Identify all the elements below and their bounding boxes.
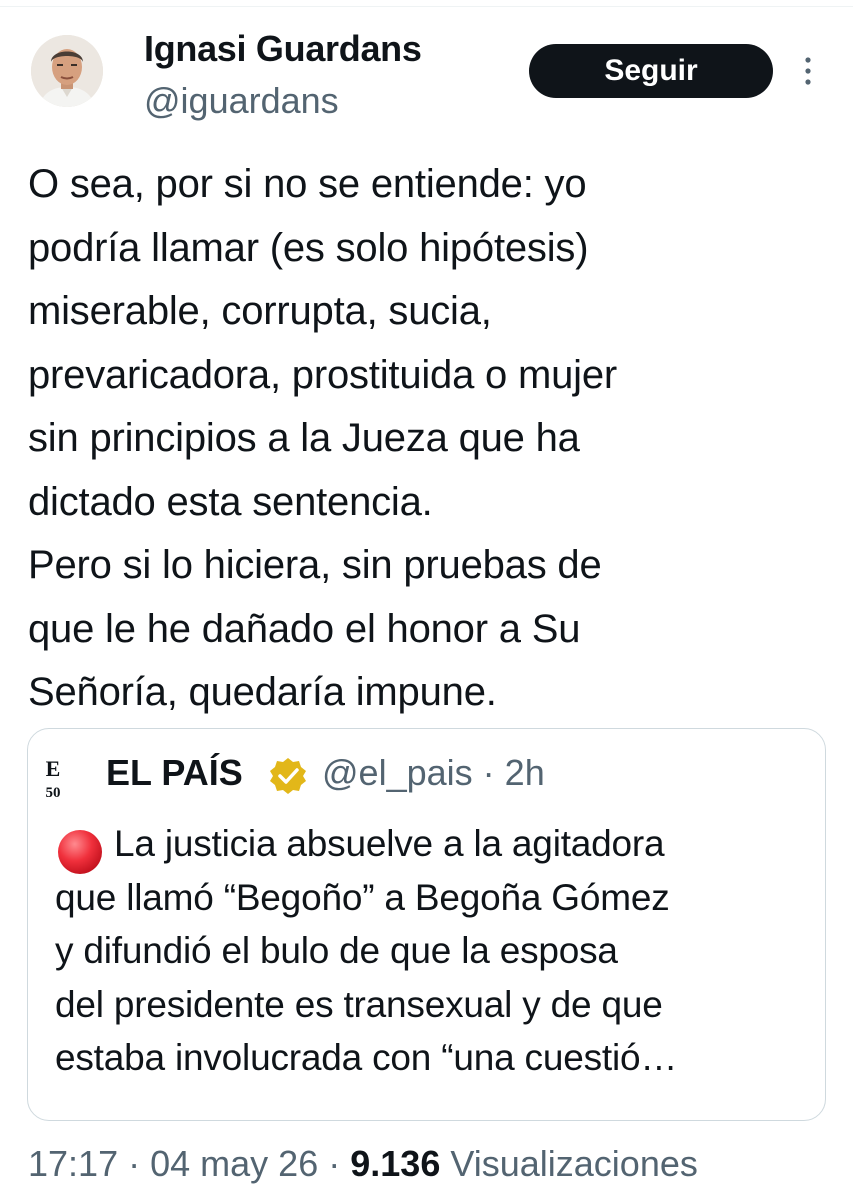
meta-separator: · bbox=[128, 1143, 141, 1184]
views-label[interactable]: Visualizaciones bbox=[450, 1143, 697, 1184]
tweet-meta: 17:17 · 04 may 26 · 9.136 Visualizacione… bbox=[28, 1143, 698, 1185]
avatar[interactable] bbox=[31, 35, 103, 107]
views-count[interactable]: 9.136 bbox=[350, 1143, 440, 1184]
quote-line: La justicia absuelve a la agitadora bbox=[114, 823, 665, 864]
quote-handle[interactable]: @el_pais bbox=[322, 752, 473, 793]
quote-meta: @el_pais · 2h bbox=[322, 752, 545, 794]
quote-line: y difundió el bulo de que la esposa bbox=[55, 930, 618, 971]
quote-text: La justicia absuelve a la agitadora que … bbox=[55, 817, 815, 1085]
verified-gold-badge-icon bbox=[270, 758, 306, 794]
logo-letter: E bbox=[46, 756, 61, 781]
tweet-line: que le he dañado el honor a Su bbox=[28, 606, 581, 651]
tweet-line: prevaricadora, prostituida o mujer bbox=[28, 352, 618, 397]
tweet-text: O sea, por si no se entiende: yo podría … bbox=[28, 153, 838, 725]
tweet-line: dictado esta sentencia. bbox=[28, 479, 433, 524]
el-pais-logo-icon[interactable]: E 50 bbox=[39, 756, 93, 800]
tweet-line: O sea, por si no se entiende: yo bbox=[28, 162, 587, 206]
author-name[interactable]: Ignasi Guardans bbox=[144, 28, 422, 70]
tweet-line: podría llamar (es solo hipótesis) bbox=[28, 225, 589, 270]
more-vertical-icon[interactable] bbox=[800, 55, 816, 87]
tweet-line: Pero si lo hiciera, sin pruebas de bbox=[28, 543, 602, 587]
quote-line: que llamó “Begoño” a Begoña Gómez bbox=[55, 876, 670, 918]
quote-line: estaba involucrada con “una cuestió… bbox=[55, 1037, 678, 1078]
quote-time[interactable]: 2h bbox=[505, 752, 545, 793]
tweet-time[interactable]: 17:17 bbox=[28, 1143, 118, 1184]
top-divider bbox=[0, 6, 853, 7]
avatar-photo bbox=[31, 35, 103, 107]
logo-number: 50 bbox=[46, 785, 61, 800]
tweet-date[interactable]: 04 may 26 bbox=[150, 1143, 318, 1184]
meta-separator: · bbox=[328, 1143, 341, 1184]
author-handle[interactable]: @iguardans bbox=[144, 80, 339, 122]
tweet-line: Señoría, quedaría impune. bbox=[28, 670, 497, 714]
tweet-line: sin principios a la Jueza que ha bbox=[28, 416, 580, 460]
quote-line: del presidente es transexual y de que bbox=[55, 983, 663, 1025]
tweet-line: miserable, corrupta, sucia, bbox=[28, 289, 492, 333]
quote-separator: · bbox=[482, 752, 495, 793]
follow-button[interactable]: Seguir bbox=[529, 44, 773, 98]
quote-author-name[interactable]: EL PAÍS bbox=[106, 752, 243, 794]
